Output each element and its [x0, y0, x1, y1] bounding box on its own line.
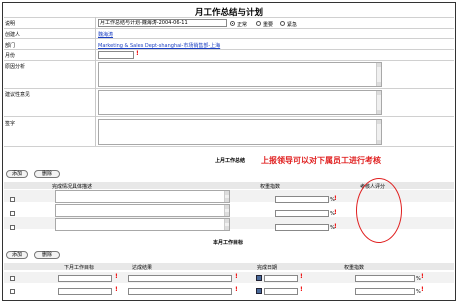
row-checkbox[interactable] [10, 197, 15, 202]
scrollbar[interactable] [376, 91, 381, 114]
result-input[interactable] [128, 288, 232, 295]
weight-input[interactable] [275, 224, 329, 231]
scrollbar[interactable] [224, 219, 229, 230]
divider [4, 38, 454, 39]
plan-delete-button[interactable]: 删除 [34, 251, 60, 259]
weight-input[interactable] [275, 196, 329, 203]
summary-delete-button[interactable]: 删除 [34, 170, 60, 178]
header-goal: 下月工作目标 [64, 265, 95, 271]
priority-urgent-radio[interactable] [280, 21, 285, 26]
required-mark: ! [300, 273, 303, 280]
plan-title: 本月工作目标 [213, 240, 244, 246]
summary-add-button[interactable]: 添加 [6, 170, 28, 178]
result-input[interactable] [128, 275, 232, 282]
required-mark: ! [334, 195, 337, 202]
header-result: 达成结果 [132, 265, 153, 271]
reason-textarea[interactable] [98, 62, 382, 87]
required-mark: ! [421, 273, 424, 280]
scrollbar[interactable] [376, 63, 381, 86]
row-checkbox[interactable] [10, 276, 15, 281]
header-weight: 权重指数 [344, 265, 365, 271]
divider [4, 116, 454, 117]
dept-link[interactable]: Marketing & Sales Dept-shanghai-市场销售部-上海 [98, 42, 220, 49]
annotation-circle [356, 178, 402, 243]
desc-textarea[interactable] [55, 204, 230, 217]
required-mark: ! [334, 223, 337, 230]
priority-urgent-label: 紧急 [287, 22, 298, 28]
required-mark: ! [115, 286, 118, 293]
plan-add-button[interactable]: 添加 [6, 251, 28, 259]
divider [4, 17, 454, 18]
desc-textarea[interactable] [55, 190, 230, 203]
header-weight: 权重指数 [260, 184, 281, 190]
required-mark: ! [300, 286, 303, 293]
goal-input[interactable] [58, 275, 112, 282]
weight-input[interactable] [355, 288, 415, 295]
creator-label: 创建人 [5, 32, 21, 38]
scrollbar[interactable] [224, 191, 229, 202]
divider [4, 88, 454, 89]
date-input[interactable] [264, 288, 298, 295]
calendar-icon[interactable] [256, 275, 262, 281]
desc-textarea[interactable] [55, 218, 230, 231]
weight-input[interactable] [355, 275, 415, 282]
month-input[interactable] [98, 51, 134, 59]
desc-label: 说明 [5, 21, 16, 27]
plan-table-header: 下月工作目标 达成结果 完成日期 权重指数 [4, 263, 454, 271]
priority-important-radio[interactable] [256, 21, 261, 26]
advice-textarea[interactable] [98, 90, 382, 115]
reason-label: 原因分析 [5, 64, 26, 70]
row-checkbox[interactable] [10, 289, 15, 294]
required-mark: ! [235, 273, 238, 280]
page-frame [2, 2, 456, 301]
creator-link[interactable]: 魏海涛 [98, 31, 113, 38]
month-label: 月份 [5, 53, 16, 59]
header-desc: 完成情况具体描述 [52, 184, 93, 190]
summary-title: 上月工作总结 [215, 158, 246, 164]
priority-normal-label: 正常 [237, 22, 248, 28]
divider [4, 146, 454, 147]
priority-normal-radio[interactable] [230, 21, 235, 26]
dept-label: 部门 [5, 43, 16, 49]
priority-important-label: 重要 [263, 22, 274, 28]
scrollbar[interactable] [376, 120, 381, 144]
goal-input[interactable] [58, 288, 112, 295]
scrollbar[interactable] [224, 205, 229, 216]
annotation-text: 上报领导可以对下属员工进行考核 [261, 156, 381, 165]
divider [4, 60, 454, 61]
required-mark: ! [115, 273, 118, 280]
required-mark: ! [136, 50, 139, 57]
date-input[interactable] [264, 275, 298, 282]
divider [4, 49, 454, 50]
sign-textarea[interactable] [98, 119, 382, 145]
advice-label: 建议性意见 [5, 92, 31, 98]
row-checkbox[interactable] [10, 211, 15, 216]
header-date: 完成日期 [257, 265, 278, 271]
required-mark: ! [235, 286, 238, 293]
sign-label: 签字 [5, 121, 16, 127]
required-mark: ! [421, 286, 424, 293]
required-mark: ! [334, 209, 337, 216]
calendar-icon[interactable] [256, 288, 262, 294]
weight-input[interactable] [275, 210, 329, 217]
row-checkbox[interactable] [10, 225, 15, 230]
divider [4, 28, 454, 29]
desc-input[interactable]: 月工作总结与计划-魏海涛-2004-06-11 [98, 19, 227, 27]
label-column-divider [95, 17, 96, 146]
